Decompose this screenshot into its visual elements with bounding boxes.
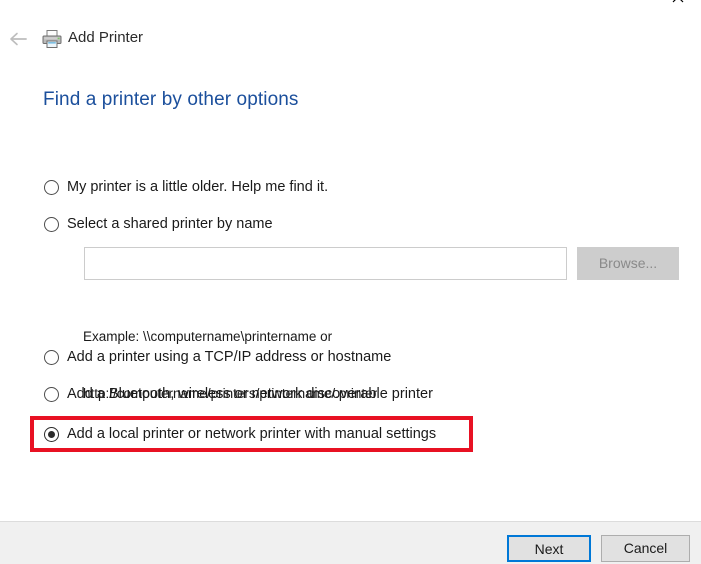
shared-printer-name-input[interactable] xyxy=(84,247,567,280)
wizard-header: Add Printer xyxy=(0,22,701,56)
app-title: Add Printer xyxy=(68,29,144,46)
radio-label: Add a Bluetooth, wireless or network dis… xyxy=(67,386,433,402)
page-title: Find a printer by other options xyxy=(43,89,299,110)
radio-indicator xyxy=(44,386,59,402)
radio-label: Add a local printer or network printer w… xyxy=(67,426,437,442)
browse-button[interactable]: Browse... xyxy=(577,247,679,280)
radio-indicator xyxy=(44,216,59,232)
radio-older-printer[interactable]: My printer is a little older. Help me fi… xyxy=(44,177,328,197)
radio-shared-printer-by-name[interactable]: Select a shared printer by name xyxy=(44,214,273,234)
radio-local-printer-manual[interactable]: Add a local printer or network printer w… xyxy=(44,424,436,444)
radio-indicator xyxy=(44,179,59,195)
close-icon[interactable] xyxy=(655,0,701,12)
radio-indicator xyxy=(44,349,59,365)
printer-icon xyxy=(41,28,63,50)
radio-bluetooth-wireless-printer[interactable]: Add a Bluetooth, wireless or network dis… xyxy=(44,384,433,404)
window-title-bar xyxy=(0,0,701,20)
radio-label: Add a printer using a TCP/IP address or … xyxy=(67,349,392,365)
next-button[interactable]: Next xyxy=(507,535,591,562)
radio-tcpip-printer[interactable]: Add a printer using a TCP/IP address or … xyxy=(44,347,391,367)
cancel-button[interactable]: Cancel xyxy=(601,535,690,562)
example-hint-line1: Example: \\computername\printername or xyxy=(83,329,333,344)
dialog-footer: Next Cancel xyxy=(0,521,701,564)
back-arrow-icon[interactable] xyxy=(6,25,34,53)
radio-indicator xyxy=(44,426,59,442)
radio-label: Select a shared printer by name xyxy=(67,216,273,232)
radio-label: My printer is a little older. Help me fi… xyxy=(67,179,329,195)
